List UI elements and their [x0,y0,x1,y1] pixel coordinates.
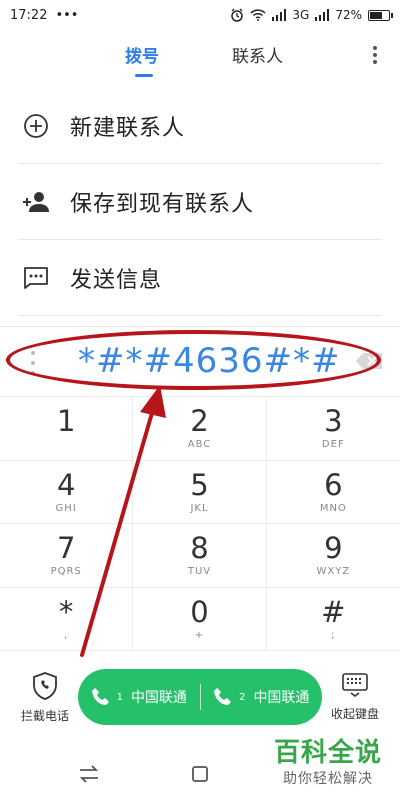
key-0[interactable]: 0 + [133,587,267,651]
signal-icon-2 [315,9,330,21]
keyboard-icon [342,673,368,697]
key-digit: 0 [190,594,209,629]
battery-percent: 72% [335,8,362,22]
watermark: 百科全说 助你轻松解决 [274,738,382,788]
sim-number: 2 [239,691,246,703]
status-time: 17:22 [10,7,48,23]
tab-active-indicator [135,74,153,77]
phone-icon [91,688,109,705]
key-digit: 2 [190,404,209,439]
key-8[interactable]: 8 TUV [133,524,267,588]
key-digit: 3 [324,404,343,439]
status-notification-dots: ••• [55,7,79,23]
action-label: 保存到现有联系人 [70,191,255,217]
key-digit: 7 [56,531,76,566]
tab-bar: 拨号 联系人 [0,30,400,88]
key-5[interactable]: 5 JKL [133,460,267,524]
wifi-icon [250,9,266,21]
key-letters: TUV [187,566,212,578]
status-bar: 17:22 ••• 3G 72% [0,0,400,30]
key-digit: 6 [324,467,343,502]
collapse-keyboard-button[interactable]: 收起键盘 [322,672,388,722]
watermark-main: 百科全说 [273,738,382,768]
key-9[interactable]: 9 WXYZ [266,524,400,588]
action-save-existing-contact[interactable]: 保存到现有联系人 [18,164,382,240]
shield-phone-icon [33,672,57,700]
key-digit: # [321,594,346,629]
key-letters: ABC [187,439,212,451]
block-calls-label: 拦截电话 [20,709,69,723]
action-send-message[interactable]: 发送信息 [18,240,382,316]
key-letters: WXYZ [316,566,351,578]
key-letters: MNO [319,502,347,514]
annotation-ellipse [6,330,381,390]
recent-apps-icon[interactable] [78,764,100,784]
tab-contacts[interactable]: 联系人 [232,42,283,67]
key-hash[interactable]: #; [266,588,400,651]
add-circle-icon [22,112,50,140]
block-calls-button[interactable]: 拦截电话 [12,672,78,724]
call-button-group: 1 中国联通 2 中国联通 [78,669,322,725]
key-letters: DEF [321,439,345,451]
collapse-keyboard-label: 收起键盘 [330,707,379,721]
key-7[interactable]: 7 PQRS [0,524,134,588]
key-letters: , [64,629,69,641]
dial-actions-list: 新建联系人 保存到现有联系人 发送信息 [0,88,400,316]
key-letters: ; [331,629,336,641]
carrier-label: 中国联通 [253,690,310,706]
action-label: 发送信息 [70,267,163,293]
key-letters: GHI [55,502,77,514]
tab-dial[interactable]: 拨号 [125,42,159,67]
dial-input-area: *#*#4636#*# [0,326,400,397]
key-digit: 5 [190,467,209,502]
key-star[interactable]: *, [0,587,134,651]
home-icon[interactable] [190,764,210,784]
network-type: 3G [292,8,310,22]
key-digit: 1 [56,404,76,439]
watermark-sub: 助你轻松解决 [282,771,373,787]
key-letters: + [194,629,205,641]
battery-icon [368,9,393,21]
action-label: 新建联系人 [70,115,186,141]
call-sim2-button[interactable]: 2 中国联通 [201,687,323,707]
carrier-label: 中国联通 [130,690,187,706]
key-4[interactable]: 4 GHI [0,460,134,524]
action-new-contact[interactable]: 新建联系人 [18,88,382,164]
key-digit: 4 [56,467,76,502]
dialer-bottom-bar: 拦截电话 1 中国联通 2 中国联通 收起键盘 [0,650,400,750]
dial-keypad: 1 2 ABC 3 DEF 4 GHI 5 JKL 6 MNO 7 PQRS 8 TUV 9W… [0,396,400,651]
alarm-icon [231,8,244,22]
call-sim1-button[interactable]: 1 中国联通 [78,687,200,707]
signal-icon [272,9,287,21]
key-2[interactable]: 2 ABC [133,397,267,461]
add-person-icon [22,188,50,216]
key-letters: JKL [190,502,209,514]
sim-number: 1 [116,691,123,703]
key-1[interactable]: 1 [0,397,134,461]
more-options-icon[interactable] [370,42,380,68]
key-digit: * [58,594,74,629]
key-digit: 8 [190,531,209,566]
key-3[interactable]: 3 DEF [266,397,400,461]
message-icon [22,264,50,292]
key-6[interactable]: 6 MNO [266,461,400,524]
key-digit: 9 [324,531,343,566]
phone-icon [214,688,232,705]
key-letters: PQRS [50,566,82,578]
